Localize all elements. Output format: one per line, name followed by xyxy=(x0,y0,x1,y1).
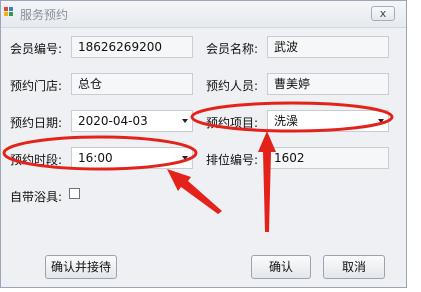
date-label: 预约日期: xyxy=(10,116,63,130)
person-label: 预约人员: xyxy=(206,79,259,93)
time-label: 预约时段: xyxy=(10,153,63,167)
date-picker[interactable]: 2020-04-03 xyxy=(71,110,193,132)
store-field[interactable]: 总仓 xyxy=(71,73,193,95)
bath-tool-checkbox[interactable] xyxy=(69,188,80,199)
window-title: 服务预约 xyxy=(20,8,69,22)
dialog-window: 服务预约 x 会员编号: 18626269200 会员名称: 武波 预约门店: … xyxy=(0,0,407,288)
chevron-down-icon[interactable] xyxy=(182,119,188,123)
time-value: 16:00 xyxy=(78,151,113,165)
member-name-label: 会员名称: xyxy=(206,42,259,56)
title-bar: 服务预约 x xyxy=(1,1,406,28)
member-no-label: 会员编号: xyxy=(10,42,63,56)
confirm-and-receive-button[interactable]: 确认并接待 xyxy=(45,255,117,279)
chevron-down-icon[interactable] xyxy=(378,119,384,123)
person-field[interactable]: 曹美婷 xyxy=(267,73,389,95)
member-name-field[interactable]: 武波 xyxy=(267,36,389,58)
close-button[interactable]: x xyxy=(371,6,395,21)
store-label: 预约门店: xyxy=(10,79,63,93)
item-label: 预约项目: xyxy=(206,116,259,130)
bath-tool-label: 自带浴具: xyxy=(10,190,63,204)
cancel-button[interactable]: 取消 xyxy=(323,255,385,279)
app-logo-icon xyxy=(4,7,14,17)
date-value: 2020-04-03 xyxy=(78,114,148,128)
member-no-field[interactable]: 18626269200 xyxy=(71,36,193,58)
close-icon: x xyxy=(379,7,387,20)
chevron-down-icon[interactable] xyxy=(182,156,188,160)
item-value: 洗澡 xyxy=(274,114,299,128)
queue-label: 排位编号: xyxy=(206,153,259,167)
time-select[interactable]: 16:00 xyxy=(71,147,193,169)
confirm-button[interactable]: 确认 xyxy=(251,255,311,279)
item-select[interactable]: 洗澡 xyxy=(267,110,389,132)
queue-no-field[interactable]: 1602 xyxy=(267,147,389,169)
